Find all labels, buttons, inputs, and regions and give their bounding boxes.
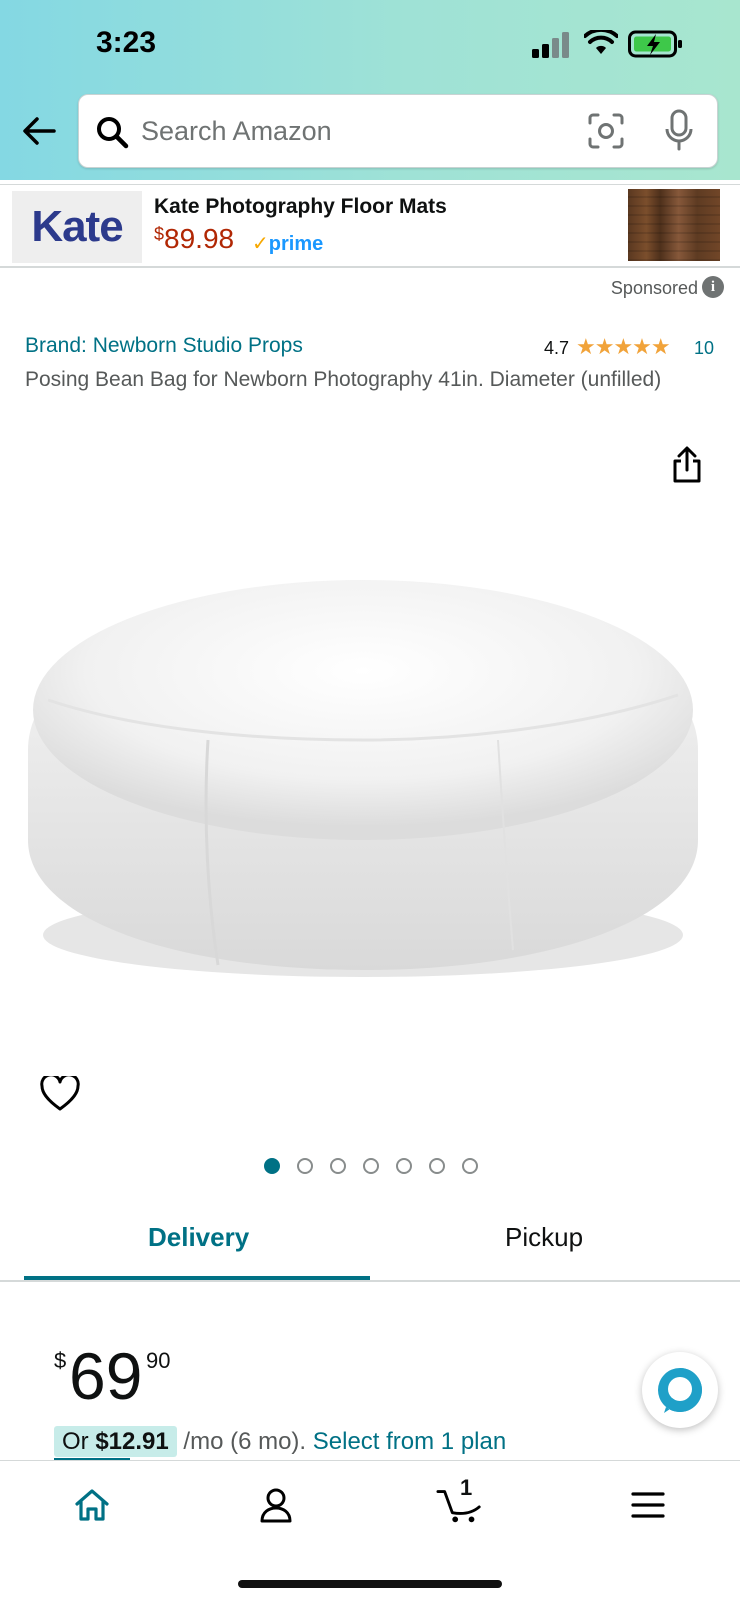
back-button[interactable] <box>20 112 58 150</box>
banner-title: Kate Photography Floor Mats <box>154 195 447 218</box>
prime-badge: ✓prime <box>252 233 324 255</box>
brand-logo: Kate <box>12 191 142 263</box>
pagination-dot[interactable] <box>330 1158 346 1174</box>
heart-icon[interactable] <box>40 1076 80 1112</box>
nav-menu-button[interactable] <box>624 1483 672 1527</box>
product-title: Posing Bean Bag for Newborn Photography … <box>25 368 662 391</box>
financing-badge: Or $12.91 <box>54 1426 177 1457</box>
product-image[interactable] <box>18 540 708 1000</box>
info-icon[interactable]: i <box>702 276 724 298</box>
banner-product-image <box>628 189 720 261</box>
nav-home-button[interactable] <box>68 1483 116 1527</box>
arrow-left-icon <box>23 117 56 145</box>
tab-delivery[interactable]: Delivery <box>148 1222 249 1253</box>
brand-link[interactable]: Brand: Newborn Studio Props <box>25 334 303 358</box>
banner-price: $89.98 <box>154 223 235 254</box>
pagination-dot[interactable] <box>396 1158 412 1174</box>
sponsored-banner[interactable]: Kate Kate Photography Floor Mats $89.98 … <box>0 184 740 268</box>
account-icon <box>260 1488 292 1523</box>
financing-offer: Or $12.91 /mo (6 mo). Select from 1 plan <box>54 1426 506 1457</box>
alexa-button[interactable] <box>642 1352 718 1428</box>
pagination-dot[interactable] <box>363 1158 379 1174</box>
nav-account-button[interactable] <box>252 1483 300 1527</box>
review-count-link[interactable]: 10 <box>694 338 714 359</box>
rating-value: 4.7 <box>544 338 570 358</box>
image-pagination[interactable] <box>264 1158 478 1174</box>
alexa-icon <box>658 1368 702 1413</box>
microphone-icon[interactable] <box>665 109 693 151</box>
home-indicator <box>238 1580 502 1588</box>
search-input[interactable] <box>141 109 541 153</box>
select-plan-link[interactable]: Select from 1 plan <box>313 1428 506 1455</box>
search-icon <box>97 117 129 149</box>
sponsored-label: Sponsored <box>610 278 698 298</box>
star-rating[interactable]: ★★★★★ <box>576 334 671 360</box>
bottom-navigation: 1 <box>0 1460 740 1600</box>
pagination-dot[interactable] <box>297 1158 313 1174</box>
status-time: 3:23 <box>96 26 157 59</box>
menu-icon <box>631 1492 665 1518</box>
camera-scan-icon[interactable] <box>587 112 625 150</box>
wifi-icon <box>584 30 618 54</box>
cellular-signal-icon <box>532 32 569 58</box>
search-bar[interactable] <box>78 94 718 168</box>
pagination-dot[interactable] <box>264 1158 280 1174</box>
tab-divider <box>0 1280 740 1282</box>
battery-charging-icon <box>628 30 682 58</box>
pagination-dot[interactable] <box>462 1158 478 1174</box>
pagination-dot[interactable] <box>429 1158 445 1174</box>
share-icon[interactable] <box>670 446 704 484</box>
cart-count-badge: 1 <box>460 1475 473 1500</box>
home-icon <box>75 1489 109 1521</box>
tab-pickup[interactable]: Pickup <box>505 1222 583 1253</box>
